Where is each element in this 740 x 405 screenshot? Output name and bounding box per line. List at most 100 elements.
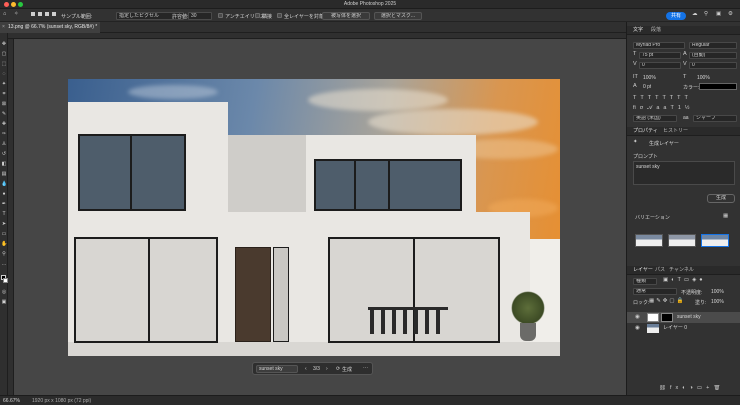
marquee-tool-icon[interactable]: ⬚	[1, 61, 7, 67]
screen-mode-icon[interactable]: ▣	[1, 299, 7, 305]
magic-wand-tool-icon[interactable]: ✦	[1, 81, 7, 87]
zoom-level[interactable]: 66.67%	[3, 398, 20, 404]
properties-panel-header: プロパティ ヒストリー	[627, 127, 740, 136]
prompt-field[interactable]: sunset sky	[256, 364, 298, 373]
title-bar: Adobe Photoshop 2025	[0, 0, 740, 9]
document-tab[interactable]: 13.png @ 66.7% (sunset sky, RGB/8#) *	[0, 22, 100, 33]
document-image[interactable]	[68, 79, 560, 356]
layer-row[interactable]: ◉ レイヤー 0	[627, 323, 740, 334]
spot-healing-tool-icon[interactable]: ✚	[1, 121, 7, 127]
variation-thumbnail-selected[interactable]	[701, 234, 729, 247]
text-color-swatch[interactable]	[699, 83, 737, 90]
share-button[interactable]: 共有	[666, 11, 686, 20]
antialias-select[interactable]: シャープ	[693, 115, 737, 122]
all-layers-checkbox[interactable]	[277, 13, 282, 18]
opacity-value[interactable]: 100%	[711, 289, 724, 295]
tab-layers[interactable]: レイヤー	[633, 266, 653, 275]
lock-icons[interactable]: ▦✎✥▢🔒	[649, 298, 685, 304]
visibility-eye-icon[interactable]: ◉	[635, 323, 640, 334]
new-selection-icon[interactable]	[31, 12, 35, 16]
tolerance-input[interactable]: 30	[188, 11, 212, 20]
select-mask-button[interactable]: 選択とマスク...	[374, 11, 422, 20]
tab-properties[interactable]: プロパティ	[633, 127, 658, 136]
zoom-window-button[interactable]	[18, 2, 23, 7]
fill-value[interactable]: 100%	[711, 299, 724, 305]
crop-tool-icon[interactable]: ⌗	[1, 91, 7, 97]
tracking-input[interactable]: 0	[689, 62, 737, 69]
add-selection-icon[interactable]	[38, 12, 42, 16]
pen-tool-icon[interactable]: ✒	[1, 201, 7, 207]
tab-channels[interactable]: チャンネル	[669, 266, 694, 275]
brush-tool-icon[interactable]: ✑	[1, 131, 7, 137]
antialias-checkbox[interactable]	[218, 13, 223, 18]
variation-thumbnail[interactable]	[635, 234, 663, 247]
text-style-buttons[interactable]: TTTTTTTT	[633, 95, 733, 101]
visibility-eye-icon[interactable]: ◉	[635, 312, 640, 323]
frame-tool-icon[interactable]: ⊠	[1, 101, 7, 107]
lasso-tool-icon[interactable]: ◌	[1, 71, 7, 77]
cloud-icon[interactable]: ☁	[692, 11, 698, 17]
baseline-value[interactable]: 0 pt	[643, 84, 651, 90]
font-family-select[interactable]: Myriad Pro	[633, 42, 685, 49]
move-tool-icon[interactable]: ✥	[1, 41, 7, 47]
more-options-icon[interactable]: ···	[363, 365, 368, 371]
layer-name[interactable]: sunset sky	[677, 312, 701, 323]
horizontal-scale-value[interactable]: 100%	[697, 75, 710, 81]
more-tools-icon[interactable]: …	[1, 261, 7, 267]
grid-view-icon[interactable]: ▦	[723, 213, 728, 219]
path-selection-tool-icon[interactable]: ➤	[1, 221, 7, 227]
tab-paragraph[interactable]: 段落	[651, 26, 661, 35]
prompt-textarea[interactable]: sunset sky	[633, 161, 735, 185]
previous-variation-icon[interactable]: ‹	[305, 366, 307, 372]
gradient-tool-icon[interactable]: ▤	[1, 171, 7, 177]
font-size-input[interactable]: 75 pt	[639, 52, 681, 59]
layer-name[interactable]: レイヤー 0	[663, 323, 687, 334]
window-mullion	[130, 134, 132, 211]
artboard-tool-icon[interactable]: ▢	[1, 51, 7, 57]
leading-input[interactable]: (自動)	[689, 52, 737, 59]
opentype-buttons[interactable]: ﬁσ𝒜aaT1½	[633, 105, 733, 112]
type-tool-icon[interactable]: T	[1, 211, 7, 217]
variation-thumbnail[interactable]	[668, 234, 696, 247]
select-subject-button[interactable]: 被写体を選択	[322, 11, 370, 20]
font-size-icon: T	[633, 51, 637, 57]
next-variation-icon[interactable]: ›	[326, 366, 328, 372]
blur-tool-icon[interactable]: 💧	[1, 181, 7, 187]
search-icon[interactable]: ⚲	[704, 11, 708, 17]
clone-stamp-tool-icon[interactable]: ♙	[1, 141, 7, 147]
rectangle-tool-icon[interactable]: ▭	[1, 231, 7, 237]
layer-row-selected[interactable]: ◉ sunset sky	[627, 312, 740, 323]
tab-paths[interactable]: パス	[655, 266, 665, 275]
minimize-window-button[interactable]	[11, 2, 16, 7]
kerning-input[interactable]: 0	[639, 62, 681, 69]
eraser-tool-icon[interactable]: ◧	[1, 161, 7, 167]
hand-tool-icon[interactable]: ✋	[1, 241, 7, 247]
close-window-button[interactable]	[4, 2, 9, 7]
tab-character[interactable]: 文字	[633, 26, 643, 35]
subtract-selection-icon[interactable]	[45, 12, 49, 16]
contiguous-checkbox[interactable]	[255, 13, 260, 18]
font-style-select[interactable]: Regular	[689, 42, 737, 49]
settings-icon[interactable]: ⚙	[728, 11, 733, 17]
document-tab-bar: 13.png @ 66.7% (sunset sky, RGB/8#) * ×	[0, 22, 626, 33]
vertical-scale-value[interactable]: 100%	[643, 75, 656, 81]
magic-wand-tool-icon[interactable]: ✧	[14, 11, 19, 17]
eyedropper-tool-icon[interactable]: ✎	[1, 111, 7, 117]
generate-panel-button[interactable]: 生成	[707, 194, 735, 203]
generate-button[interactable]: 生成	[342, 366, 352, 373]
dodge-tool-icon[interactable]: ●	[1, 191, 7, 197]
history-brush-tool-icon[interactable]: ↺	[1, 151, 7, 157]
blend-mode-select[interactable]: 通常	[633, 288, 677, 295]
zoom-tool-icon[interactable]: ⚲	[1, 251, 7, 257]
workspace-icon[interactable]: ▣	[716, 11, 721, 17]
home-icon[interactable]: ⌂	[3, 11, 6, 17]
close-tab-icon[interactable]: ×	[2, 24, 5, 30]
filter-icons[interactable]: ▣◐T▭◈●	[663, 277, 733, 283]
quick-mask-icon[interactable]: ◎	[1, 289, 7, 295]
layers-footer-buttons[interactable]: ⛓fx◐◑▭+🗑	[659, 385, 739, 391]
document-tab-label: 13.png @ 66.7% (sunset sky, RGB/8#) *	[8, 24, 98, 30]
layer-filter-select[interactable]: 種類	[633, 278, 657, 285]
language-select[interactable]: 英語 (米国)	[633, 115, 677, 122]
tab-history[interactable]: ヒストリー	[663, 127, 688, 136]
intersect-selection-icon[interactable]	[52, 12, 56, 16]
